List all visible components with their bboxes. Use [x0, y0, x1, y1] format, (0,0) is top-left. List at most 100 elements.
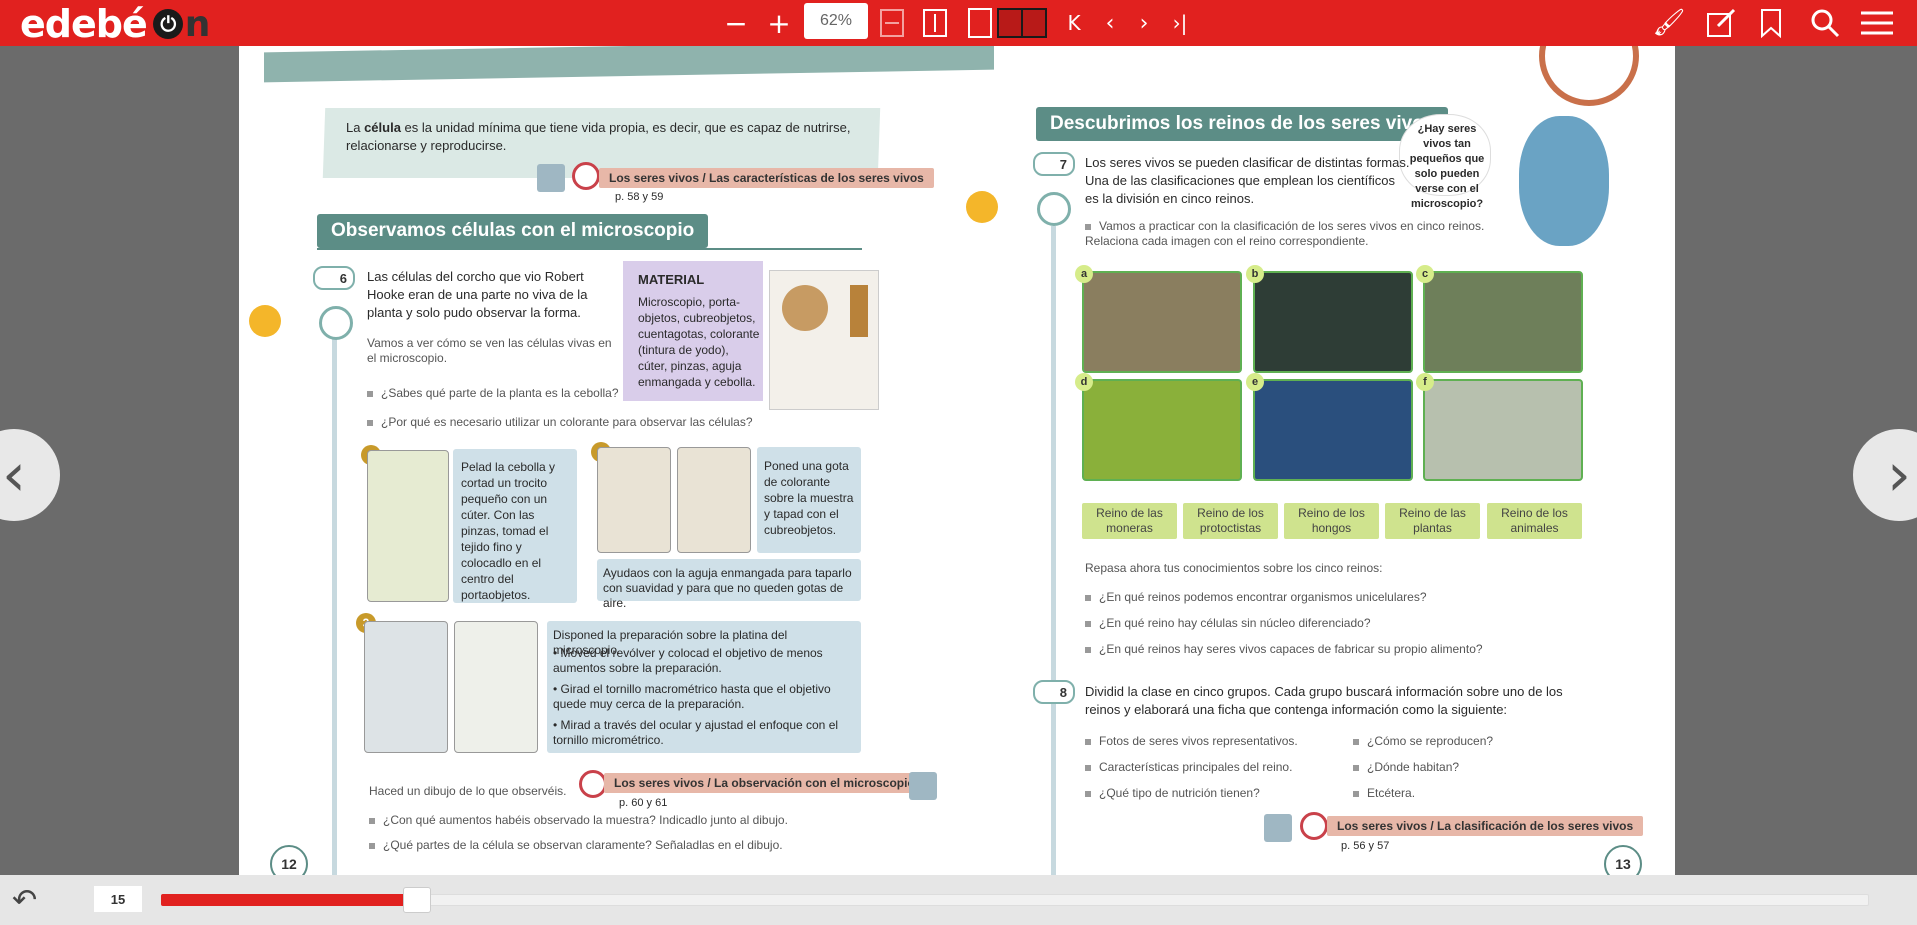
magnifier-pin-icon[interactable]	[572, 162, 600, 190]
zoom-in-button[interactable]: +	[767, 6, 791, 40]
question-1: ¿Sabes qué parte de la planta es la cebo…	[367, 386, 619, 401]
step-3-bullet-2: • Girad el tornillo macrométrico hasta q…	[553, 682, 831, 711]
first-page-icon[interactable]: K	[1064, 6, 1084, 40]
review-question-3: ¿En qué reinos hay seres vivos capaces d…	[1085, 642, 1483, 657]
single-page-icon[interactable]	[967, 6, 993, 40]
image-a-fungi[interactable]	[1082, 271, 1242, 373]
step-1-image	[367, 450, 449, 602]
step-2-image-a	[597, 447, 671, 553]
share-icon[interactable]	[537, 164, 565, 192]
kingdom-hongos[interactable]: Reino de los hongos	[1284, 503, 1379, 539]
top-toolbar: edebé ⏻ n − + 62% K ‹ › ›| 🖌	[0, 0, 1917, 46]
draw-instruction: Haced un dibujo de lo que observéis.	[369, 784, 567, 798]
tile-label-a: a	[1075, 265, 1093, 283]
activity-line-left	[332, 336, 337, 875]
bookmark-icon[interactable]	[1756, 6, 1786, 40]
reference-pages-2: p. 60 y 61	[619, 797, 668, 809]
page-number-left: 12	[270, 845, 308, 875]
question-4: ¿Qué partes de la célula se observan cla…	[369, 838, 783, 853]
material-illustration	[769, 270, 879, 410]
list-left-1: Fotos de seres vivos representativos.	[1085, 734, 1298, 749]
kingdom-plantas[interactable]: Reino de las plantas	[1385, 503, 1480, 539]
image-c-plant[interactable]	[1423, 271, 1583, 373]
list-right-3: Etcétera.	[1353, 786, 1415, 801]
magnifier-pin-icon[interactable]	[1300, 812, 1328, 840]
kingdom-moneras[interactable]: Reino de las moneras	[1082, 503, 1177, 539]
step-1-text: Pelad la cebolla y cortad un trocito peq…	[461, 460, 556, 602]
list-left-2: Características principales del reino.	[1085, 760, 1292, 775]
step-3-image-b	[454, 621, 538, 753]
speech-bubble-text: ¿Hay seres vivos tan pequeños que solo p…	[1409, 123, 1485, 210]
section-banner-left: Observamos células con el microscopio	[317, 214, 709, 248]
question-2: ¿Por qué es necesario utilizar un colora…	[367, 415, 753, 430]
banner-underline	[317, 248, 862, 250]
step-3-bullet-1: • Moved el revólver y colocad el objetiv…	[553, 646, 823, 675]
prev-page-icon[interactable]: ‹	[1100, 6, 1120, 40]
step-2-text: Poned una gota de colorante sobre la mue…	[764, 459, 854, 537]
brush-icon[interactable]: 🖌	[1650, 6, 1688, 40]
zoom-level-field[interactable]: 62%	[804, 3, 868, 39]
reference-pages-3: p. 56 y 57	[1341, 840, 1390, 852]
next-page-icon[interactable]: ›	[1134, 6, 1154, 40]
tile-label-e: e	[1246, 373, 1264, 391]
menu-icon[interactable]	[1860, 6, 1894, 40]
reference-link-3[interactable]: Los seres vivos / La clasificación de lo…	[1327, 816, 1644, 836]
network-icon	[319, 306, 353, 340]
activity-number-7: 7	[1033, 152, 1075, 176]
share-icon[interactable]	[909, 772, 937, 800]
tile-label-d: d	[1075, 373, 1093, 391]
fit-height-icon[interactable]	[922, 6, 948, 40]
girl-illustration	[1519, 116, 1609, 246]
tile-label-c: c	[1416, 265, 1434, 283]
unit-number-circle	[1539, 46, 1639, 106]
reference-pages-1: p. 58 y 59	[615, 191, 664, 203]
review-intro: Repasa ahora tus conocimientos sobre los…	[1085, 561, 1383, 575]
network-icon	[1037, 192, 1071, 226]
list-right-1: ¿Cómo se reproducen?	[1353, 734, 1493, 749]
activity-number-8: 8	[1033, 680, 1075, 704]
share-icon[interactable]	[1264, 814, 1292, 842]
image-b-bacteria[interactable]	[1253, 271, 1413, 373]
resource-icon[interactable]	[966, 191, 998, 223]
zoom-out-button[interactable]: −	[724, 6, 748, 40]
back-icon[interactable]: ↶	[12, 883, 62, 918]
page-number-field[interactable]: 15	[94, 886, 142, 912]
activity-line-right	[1051, 226, 1056, 875]
edit-note-icon[interactable]	[1702, 6, 1740, 40]
search-icon[interactable]	[1808, 6, 1842, 40]
activity-number-6: 6	[313, 266, 355, 290]
previous-spread-button[interactable]: ‹	[0, 429, 60, 521]
last-page-icon[interactable]: ›|	[1170, 6, 1190, 40]
image-d-algae[interactable]	[1082, 379, 1242, 481]
question-3: ¿Con qué aumentos habéis observado la mu…	[369, 813, 788, 828]
page-slider-fill	[161, 894, 418, 906]
image-f-amoeba[interactable]	[1423, 379, 1583, 481]
iodine-bottle-image	[850, 285, 868, 337]
activity-6-intro: Vamos a ver cómo se ven las células viva…	[367, 336, 612, 365]
double-page-icon[interactable]	[997, 6, 1047, 40]
section-banner-right: Descubrimos los reinos de los seres vivo…	[1036, 107, 1449, 141]
decorative-strip	[264, 46, 994, 83]
reference-link-2[interactable]: Los seres vivos / La observación con el …	[604, 773, 925, 793]
material-title: MATERIAL	[638, 272, 705, 287]
magnifier-pin-icon[interactable]	[579, 770, 607, 798]
onion-image	[782, 285, 828, 331]
fit-width-icon[interactable]	[879, 6, 905, 40]
page-number-right: 13	[1604, 845, 1642, 875]
reference-link-1[interactable]: Los seres vivos / Las características de…	[599, 168, 934, 188]
kingdom-protoctistas[interactable]: Reino de los protoctistas	[1183, 503, 1278, 539]
image-e-jellyfish[interactable]	[1253, 379, 1413, 481]
kingdom-animales[interactable]: Reino de los animales	[1487, 503, 1582, 539]
step-3-bullet-3: • Mirad a través del ocular y ajustad el…	[553, 718, 839, 747]
next-spread-button[interactable]: ›	[1853, 429, 1917, 521]
activity-7-task: Vamos a practicar con la clasificación d…	[1085, 219, 1485, 248]
tile-label-f: f	[1416, 373, 1434, 391]
activity-6-text: Las células del corcho que vio Robert Ho…	[367, 269, 588, 320]
page-slider-handle[interactable]	[403, 887, 431, 913]
step-2-image-b	[677, 447, 751, 553]
resource-icon[interactable]	[249, 305, 281, 337]
review-question-1: ¿En qué reinos podemos encontrar organis…	[1085, 590, 1427, 605]
review-question-2: ¿En qué reino hay células sin núcleo dif…	[1085, 616, 1371, 631]
step-3-image-a	[364, 621, 448, 753]
tile-label-b: b	[1246, 265, 1264, 283]
